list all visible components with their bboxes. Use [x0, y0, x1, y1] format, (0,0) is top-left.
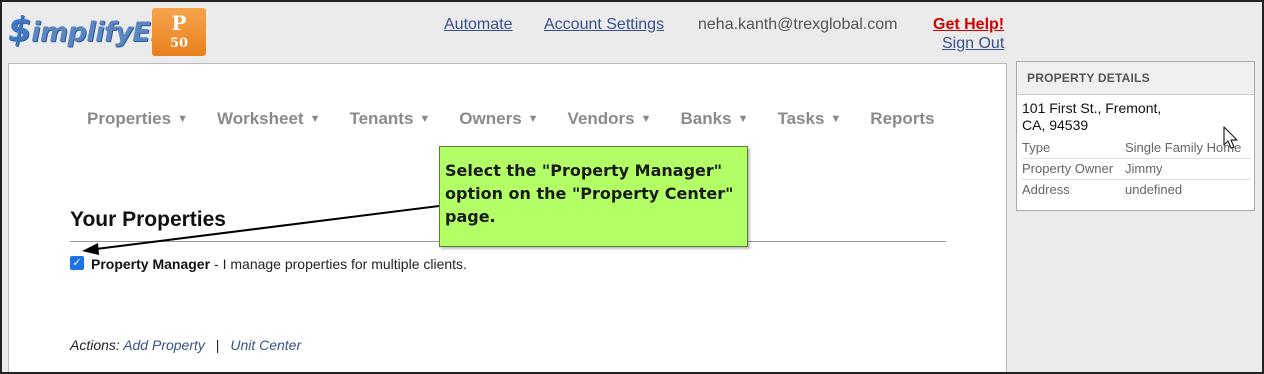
caret-down-icon: ▼ — [527, 113, 539, 125]
plan-badge: P 50 — [152, 8, 206, 56]
detail-row: Property Owner Jimmy — [1022, 159, 1251, 180]
property-manager-description: - I manage properties for multiple clien… — [214, 256, 467, 272]
detail-row: Type Single Family Home — [1022, 138, 1251, 159]
nav-banks[interactable]: Banks ▼ — [681, 109, 749, 129]
main-nav: Properties ▼ Worksheet ▼ Tenants ▼ Owners ▼ … — [87, 109, 964, 129]
get-help-link[interactable]: Get Help! — [933, 16, 1004, 34]
nav-reports[interactable]: Reports — [870, 109, 934, 129]
address-line-1: 101 First St., Fremont, — [1022, 100, 1162, 116]
automate-link[interactable]: Automate — [444, 16, 512, 34]
detail-key: Address — [1022, 182, 1070, 197]
page-title: Your Properties — [70, 208, 226, 231]
caret-down-icon: ▼ — [309, 113, 321, 125]
actions-separator: | — [215, 337, 220, 353]
caret-down-icon: ▼ — [177, 113, 188, 125]
plan-badge-number: 50 — [169, 36, 189, 51]
caret-down-icon: ▼ — [640, 113, 652, 125]
caret-down-icon: ▼ — [830, 113, 842, 125]
property-details-table: Type Single Family Home Property Owner J… — [1022, 138, 1251, 201]
actions-prefix: Actions: — [70, 337, 120, 353]
nav-vendors[interactable]: Vendors ▼ — [568, 109, 652, 129]
nav-properties[interactable]: Properties ▼ — [87, 109, 188, 129]
nav-worksheet[interactable]: Worksheet ▼ — [217, 109, 321, 129]
nav-owners[interactable]: Owners ▼ — [459, 109, 538, 129]
property-manager-label[interactable]: Property Manager — [91, 256, 210, 272]
instruction-callout: Select the "Property Manager" option on … — [439, 146, 748, 247]
property-manager-option: ✓ Property Manager - I manage properties… — [70, 255, 467, 272]
caret-down-icon: ▼ — [419, 113, 431, 125]
nav-tenants[interactable]: Tenants ▼ — [349, 109, 430, 129]
property-manager-checkbox[interactable]: ✓ — [70, 255, 84, 270]
unit-center-link[interactable]: Unit Center — [230, 337, 301, 353]
plan-badge-letter: P — [171, 11, 187, 35]
user-email: neha.kanth@trexglobal.com — [698, 16, 898, 33]
detail-value: Jimmy — [1125, 161, 1163, 176]
property-details-panel: PROPERTY DETAILS 101 First St., Fremont,… — [1016, 61, 1255, 211]
add-property-link[interactable]: Add Property — [123, 337, 205, 353]
actions-bar: Actions: Add Property | Unit Center — [70, 337, 301, 353]
nav-tasks[interactable]: Tasks ▼ — [777, 109, 841, 129]
property-details-heading: PROPERTY DETAILS — [1017, 62, 1254, 95]
detail-value: undefined — [1125, 182, 1183, 197]
property-address: 101 First St., Fremont, CA, 94539 — [1017, 95, 1254, 134]
detail-key: Type — [1022, 140, 1051, 155]
mouse-pointer-icon — [1223, 126, 1238, 149]
app-window: $implifyEm P 50 Automate Account Setting… — [0, 0, 1264, 374]
simplifyem-logo[interactable]: $implifyEm P 50 — [8, 8, 208, 58]
detail-key: Property Owner — [1022, 161, 1114, 176]
detail-row: Address undefined — [1022, 180, 1251, 201]
caret-down-icon: ▼ — [737, 113, 749, 125]
account-settings-link[interactable]: Account Settings — [544, 16, 664, 34]
sign-out-link[interactable]: Sign Out — [942, 35, 1004, 53]
address-line-2: CA, 94539 — [1022, 117, 1089, 133]
